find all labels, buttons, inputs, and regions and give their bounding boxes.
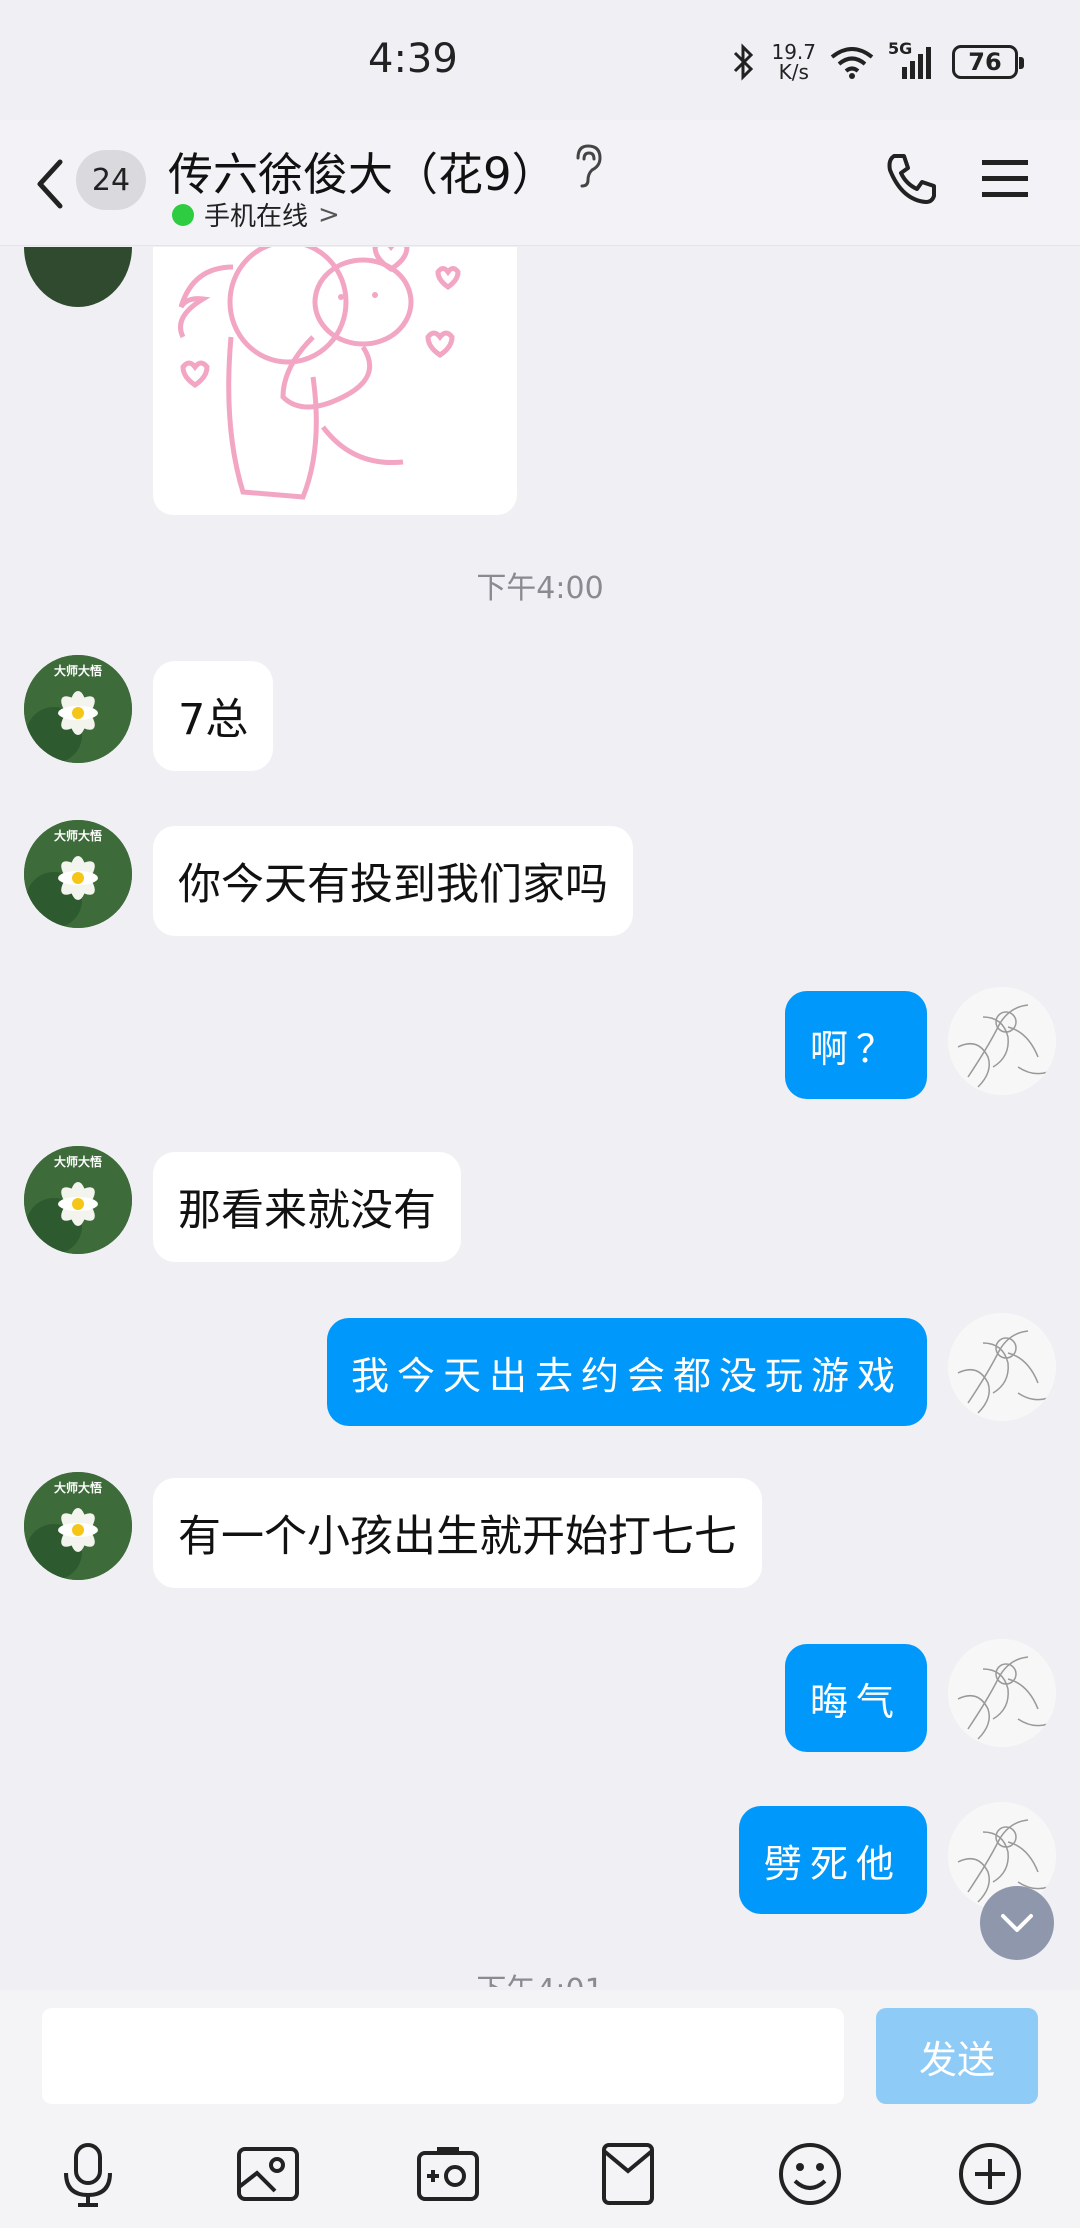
network-speed-unit: K/s xyxy=(778,60,809,84)
send-button[interactable]: 发送 xyxy=(876,2008,1038,2104)
status-bar: 4:39 19.7 K/s 5G 76 xyxy=(0,0,1080,120)
sketch-avatar-image xyxy=(948,1639,1056,1747)
emoji-icon[interactable] xyxy=(774,2138,846,2210)
menu-icon[interactable] xyxy=(980,156,1030,202)
message-bubble-incoming[interactable]: 那看来就没有 xyxy=(153,1152,461,1262)
battery-level: 76 xyxy=(968,48,1002,76)
image-icon[interactable] xyxy=(232,2138,304,2210)
lotus-avatar-image: 大师大悟 xyxy=(24,1146,132,1254)
back-arrow-icon[interactable] xyxy=(30,154,70,214)
my-avatar[interactable] xyxy=(948,987,1056,1095)
message-input[interactable] xyxy=(42,2008,844,2104)
avatar[interactable] xyxy=(24,247,132,307)
message-bubble-incoming[interactable]: 你今天有投到我们家吗 xyxy=(153,826,633,936)
lotus-avatar-image: 大师大悟 xyxy=(24,655,132,763)
camera-icon[interactable] xyxy=(412,2138,484,2210)
avatar[interactable]: 大师大悟 xyxy=(24,1472,132,1580)
my-avatar[interactable] xyxy=(948,1639,1056,1747)
cellular-signal-icon: 5G xyxy=(888,39,938,81)
plus-icon[interactable] xyxy=(954,2138,1026,2210)
network-speed: 19.7 K/s xyxy=(771,42,816,82)
unread-count-badge[interactable]: 24 xyxy=(76,150,146,210)
message-bubble-outgoing[interactable]: 啊？ xyxy=(785,991,927,1099)
presence-label: 手机在线 xyxy=(204,202,309,232)
sketch-avatar-image xyxy=(948,987,1056,1095)
chat-header: 24 传六徐俊大（花9） 手机在线 > xyxy=(0,120,1080,246)
svg-text:大师大悟: 大师大悟 xyxy=(54,1480,102,1495)
online-dot xyxy=(172,203,194,226)
message-bubble-incoming[interactable]: 有一个小孩出生就开始打七七 xyxy=(153,1478,762,1588)
lotus-avatar-image: 大师大悟 xyxy=(24,1472,132,1580)
lotus-avatar-image: 大师大悟 xyxy=(24,820,132,928)
status-icons: 19.7 K/s 5G 76 xyxy=(731,39,1024,84)
input-toolbar xyxy=(0,2138,1080,2218)
avatar[interactable]: 大师大悟 xyxy=(24,1146,132,1254)
message-bubble-incoming[interactable]: 7总 xyxy=(153,661,274,771)
network-speed-value: 19.7 xyxy=(771,40,816,64)
message-bubble-outgoing[interactable]: 晦气 xyxy=(785,1644,927,1752)
svg-text:大师大悟: 大师大悟 xyxy=(54,663,102,678)
battery-indicator: 76 xyxy=(952,45,1024,79)
chat-title[interactable]: 传六徐俊大（花9） xyxy=(168,138,557,203)
svg-text:大师大悟: 大师大悟 xyxy=(54,828,102,843)
presence-status[interactable]: 手机在线 > xyxy=(172,196,340,233)
microphone-icon[interactable] xyxy=(52,2138,124,2210)
bluetooth-icon xyxy=(734,43,754,81)
timestamp: 下午4:01 xyxy=(0,1965,1080,1987)
chevron-right-icon: > xyxy=(318,199,340,230)
avatar[interactable]: 大师大悟 xyxy=(24,655,132,763)
avatar[interactable]: 大师大悟 xyxy=(24,820,132,928)
scroll-to-bottom-button[interactable] xyxy=(980,1886,1054,1960)
red-packet-icon[interactable] xyxy=(592,2138,664,2210)
svg-text:大师大悟: 大师大悟 xyxy=(54,1154,102,1169)
sticker-image[interactable] xyxy=(153,247,517,515)
chevron-down-icon xyxy=(1001,1914,1033,1932)
message-bubble-outgoing[interactable]: 劈死他 xyxy=(739,1806,927,1914)
phone-icon[interactable] xyxy=(882,150,940,208)
input-bar: 发送 xyxy=(0,1990,1080,2228)
message-list[interactable]: 下午4:00 大师大悟 7总 大师大悟 你今天有投到我们家吗 啊？ 大师大悟 那… xyxy=(0,247,1080,1987)
status-time: 4:39 xyxy=(368,36,458,82)
hugging-sticker xyxy=(178,247,461,500)
message-bubble-outgoing[interactable]: 我今天出去约会都没玩游戏 xyxy=(327,1318,927,1426)
my-avatar[interactable] xyxy=(948,1313,1056,1421)
wifi-icon xyxy=(830,47,874,79)
ear-icon[interactable] xyxy=(570,142,606,190)
sketch-avatar-image xyxy=(948,1313,1056,1421)
timestamp: 下午4:00 xyxy=(476,571,604,606)
